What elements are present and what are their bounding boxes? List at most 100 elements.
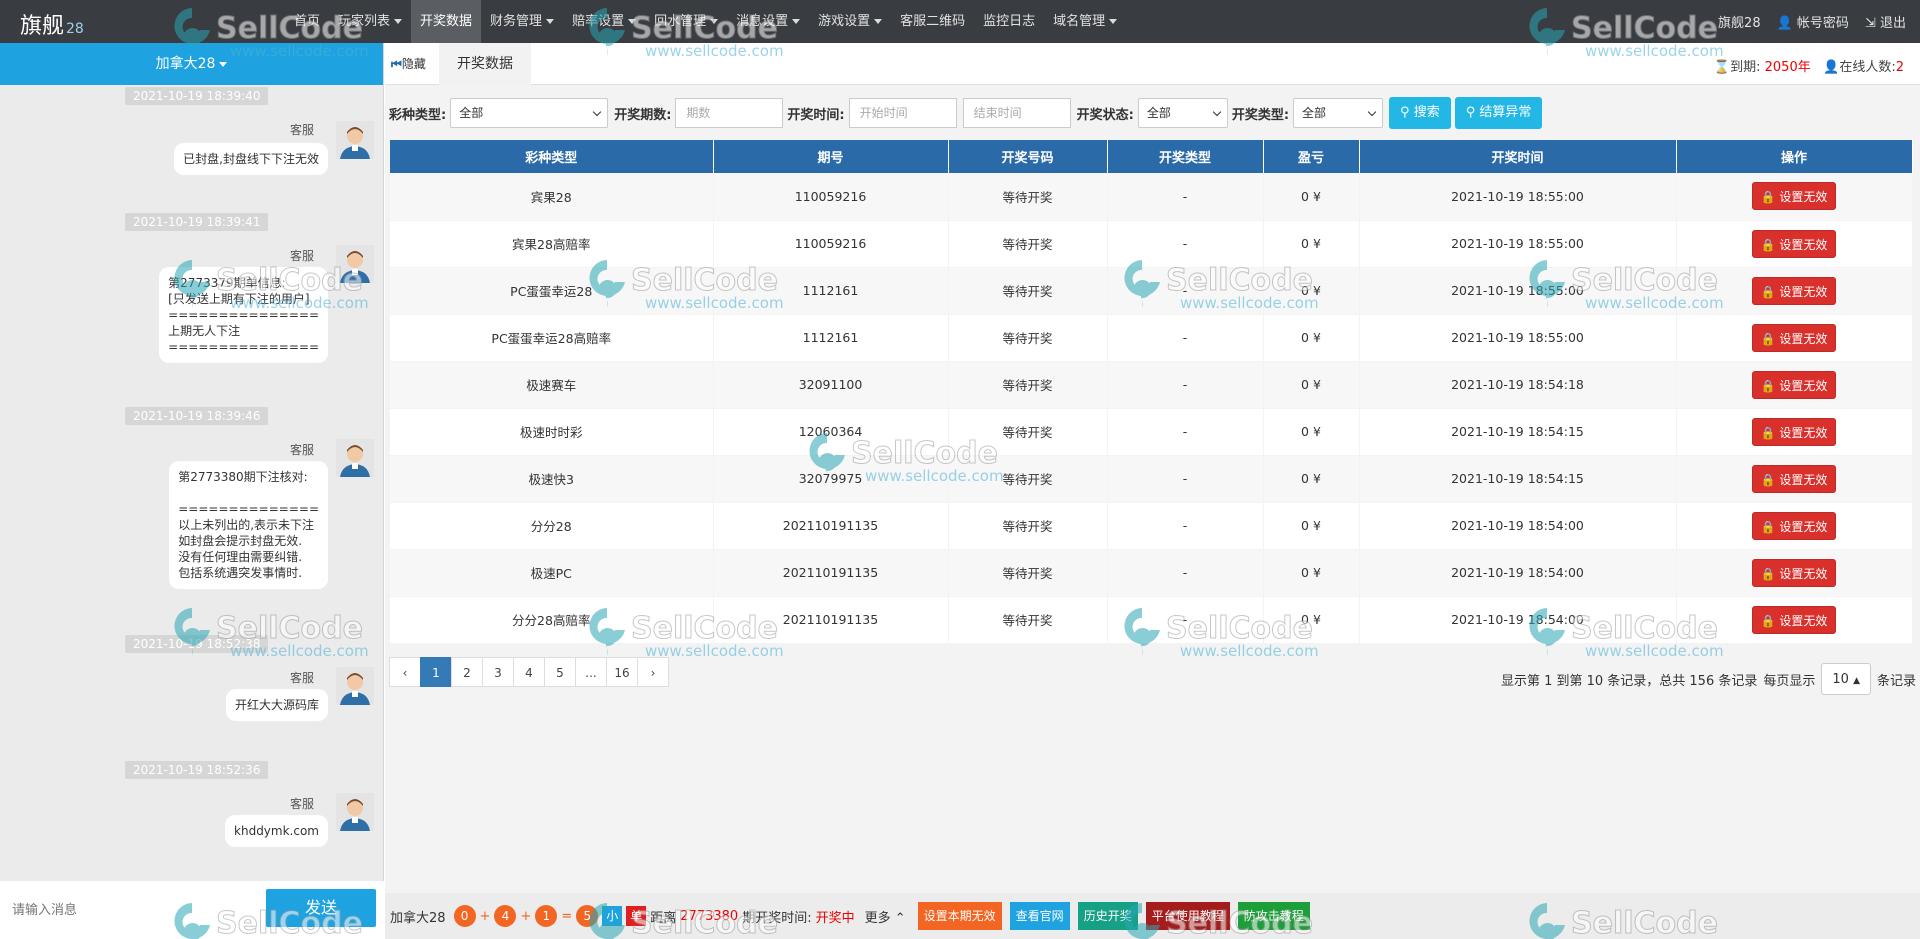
nav-menu-label: 游戏设置 [818,14,870,29]
nav-menu-item[interactable]: 首页 [285,0,329,43]
column-header[interactable]: 开奖类型 [1107,140,1263,173]
table-row: PC蛋蛋幸运28高赔率1112161等待开奖-0 ¥2021-10-19 18:… [390,314,1912,361]
column-header[interactable]: 开奖号码 [948,140,1107,173]
chat-panel: 加拿大28 2021-10-19 18:39:40客服已封盘,封盘线下下注无效2… [0,43,384,939]
column-header[interactable]: 开奖时间 [1359,140,1676,173]
bottom-action-buttons: 设置本期无效查看官网历史开奖平台使用教程防攻击教程 [910,902,1310,930]
avatar [336,667,374,705]
chevron-down-icon [219,62,227,67]
nav-menu-item[interactable]: 域名管理 [1044,0,1126,43]
nav-menu-item[interactable]: 赔率设置 [563,0,645,43]
nav-menu-label: 开奖数据 [420,14,472,29]
set-invalid-button[interactable]: 🔒 设置无效 [1752,277,1837,305]
top-navbar: 旗舰28 首页玩家列表开奖数据财务管理赔率设置 回水管理消息设置游戏设置 客服二维码… [0,0,1920,43]
bottom-action-button[interactable]: 历史开奖 [1078,902,1138,930]
lock-icon: 🔒 [1761,238,1776,252]
settle-error-button[interactable]: ⚲ 结算异常 [1455,97,1543,129]
set-invalid-label: 设置无效 [1779,190,1827,204]
nav-menu-item[interactable]: 玩家列表 [329,0,411,43]
column-header[interactable]: 期号 [713,140,948,173]
table-cell: - [1107,455,1263,502]
page-button[interactable]: 1 [420,657,452,687]
search-icon: ⚲ [1400,105,1410,120]
chat-messages[interactable]: 2021-10-19 18:39:40客服已封盘,封盘线下下注无效2021-10… [0,85,384,880]
brand-logo[interactable]: 旗舰28 [20,8,84,40]
chevron-down-icon [710,19,718,24]
set-invalid-button[interactable]: 🔒 设置无效 [1752,559,1837,587]
table-cell: 等待开奖 [948,220,1107,267]
set-invalid-button[interactable]: 🔒 设置无效 [1752,465,1837,493]
page-button[interactable]: 4 [513,657,545,687]
column-header[interactable]: 操作 [1676,140,1912,173]
prev-page-button[interactable]: ‹ [389,657,421,687]
nav-menu-label: 监控日志 [983,14,1035,29]
set-invalid-button[interactable]: 🔒 设置无效 [1752,182,1837,210]
column-header[interactable]: 盈亏 [1263,140,1359,173]
draw-type-select[interactable]: 全部 [1293,98,1383,128]
nav-menu-label: 赔率设置 [572,14,624,29]
table-cell: 32079975 [713,455,948,502]
bottom-action-button[interactable]: 设置本期无效 [918,902,1002,930]
chevron-down-icon [394,19,402,24]
nav-menu-item[interactable]: 财务管理 [481,0,563,43]
column-header[interactable]: 彩种类型 [390,140,713,173]
tab-lottery-data[interactable]: 开奖数据 [439,43,531,85]
set-invalid-button[interactable]: 🔒 设置无效 [1752,230,1837,258]
set-invalid-label: 设置无效 [1779,567,1827,581]
account-password-link[interactable]: 👤 帐号密码 [1777,12,1849,31]
set-invalid-button[interactable]: 🔒 设置无效 [1752,606,1837,634]
bottom-action-button[interactable]: 平台使用教程 [1146,902,1230,930]
table-row: 极速快332079975等待开奖-0 ¥2021-10-19 18:54:15🔒… [390,455,1912,502]
result-sum-ball: 5 [576,905,598,927]
user-outline-icon: 👤 [1823,60,1839,75]
message-input[interactable] [12,893,252,927]
nav-menu-item[interactable]: 消息设置 [727,0,809,43]
nav-menu-item[interactable]: 游戏设置 [809,0,891,43]
nav-menu-item[interactable]: 回水管理 [645,0,727,43]
next-page-button[interactable]: › [637,657,669,687]
nav-username[interactable]: 旗舰28 [1718,12,1761,31]
nav-menu-label: 域名管理 [1053,14,1105,29]
page-button[interactable]: 16 [606,657,638,687]
draw-status-select[interactable]: 全部 [1138,98,1228,128]
nav-menu-item[interactable]: 客服二维码 [891,0,974,43]
set-invalid-button[interactable]: 🔒 设置无效 [1752,371,1837,399]
nav-menu-item[interactable]: 开奖数据 [411,0,481,43]
end-time-input[interactable]: 结束时间 [963,98,1071,128]
table-cell: 1112161 [713,314,948,361]
set-invalid-button[interactable]: 🔒 设置无效 [1752,418,1837,446]
chat-room-selector[interactable]: 加拿大28 [0,43,383,85]
chat-room-name: 加拿大28 [156,56,216,72]
hide-sidebar-button[interactable]: ⏮隐藏 [391,55,426,72]
more-toggle[interactable]: 更多 ⌃ [865,907,906,926]
page-size-select[interactable]: 10 ▲ [1821,663,1871,695]
search-icon: ⚲ [1466,105,1476,120]
table-cell: 等待开奖 [948,314,1107,361]
message-timestamp: 2021-10-19 18:39:40 [125,87,268,105]
page-button[interactable]: 3 [482,657,514,687]
bottom-action-button[interactable]: 防攻击教程 [1238,902,1310,930]
page-button[interactable]: ... [575,657,607,687]
page-button[interactable]: 5 [544,657,576,687]
send-button[interactable]: 发送 [266,889,376,927]
table-cell: 等待开奖 [948,455,1107,502]
expire-value: 2050年 [1765,60,1811,75]
period-input[interactable]: 期数 [675,98,783,128]
set-invalid-button[interactable]: 🔒 设置无效 [1752,512,1837,540]
account-label: 帐号密码 [1797,16,1849,31]
set-invalid-label: 设置无效 [1779,332,1827,346]
logout-link[interactable]: ⇲ 退出 [1865,12,1906,31]
action-cell: 🔒 设置无效 [1676,220,1912,267]
set-invalid-label: 设置无效 [1779,238,1827,252]
draw-time-label: 开奖时间: [787,104,844,123]
start-time-input[interactable]: 开始时间 [849,98,957,128]
page-button[interactable]: 2 [451,657,483,687]
bottom-action-button[interactable]: 查看官网 [1010,902,1070,930]
table-cell: 12060364 [713,408,948,455]
nav-menu-item[interactable]: 监控日志 [974,0,1044,43]
main-menu: 首页玩家列表开奖数据财务管理赔率设置 回水管理消息设置游戏设置 客服二维码监控日志 域… [285,0,1126,43]
set-invalid-button[interactable]: 🔒 设置无效 [1752,324,1837,352]
lottery-type-select[interactable]: 全部 [450,98,608,128]
set-invalid-label: 设置无效 [1779,426,1827,440]
search-button[interactable]: ⚲ 搜索 [1389,97,1451,129]
